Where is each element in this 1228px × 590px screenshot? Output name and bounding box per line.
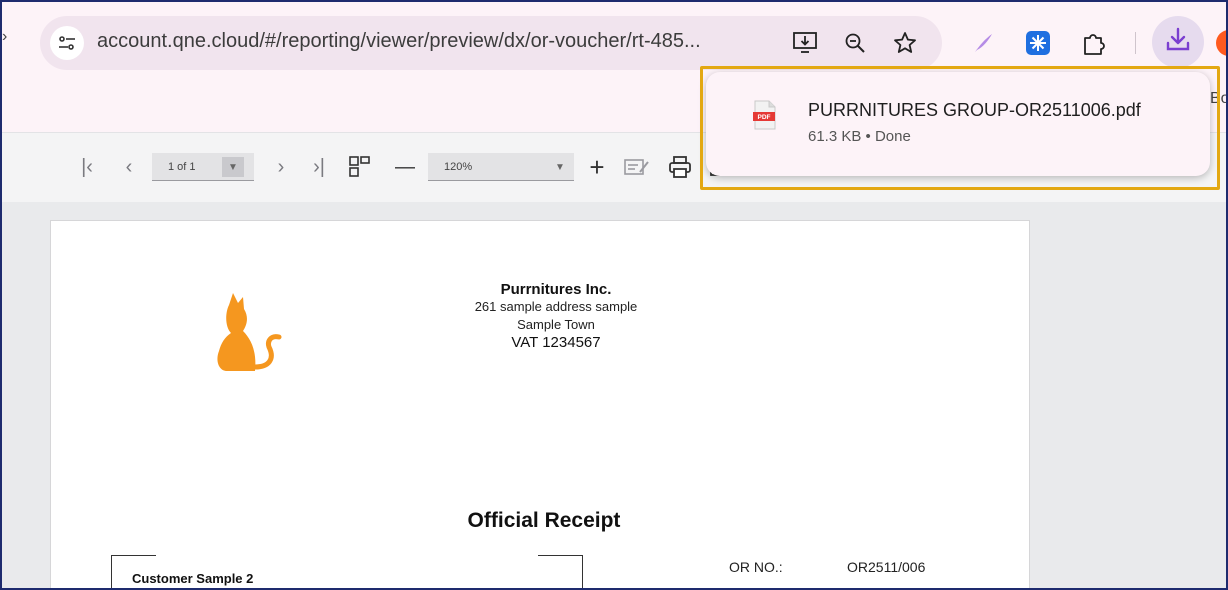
puzzle-icon[interactable] bbox=[1079, 28, 1109, 58]
address-bar[interactable]: account.qne.cloud/#/reporting/viewer/pre… bbox=[40, 16, 942, 70]
star-icon[interactable] bbox=[890, 28, 920, 58]
company-header: Purrnitures Inc. 261 sample address samp… bbox=[51, 281, 1061, 351]
print-icon[interactable] bbox=[668, 153, 692, 181]
chevron-down-icon: ▼ bbox=[555, 161, 565, 173]
tab-edge-glyph: › bbox=[2, 28, 8, 45]
or-number-label: OR NO.: bbox=[729, 559, 783, 575]
address-line-1: 261 sample address sample bbox=[474, 299, 638, 314]
report-page: Purrnitures Inc. 261 sample address samp… bbox=[50, 220, 1030, 588]
zoom-icon[interactable] bbox=[840, 28, 870, 58]
snowflake-extension-icon[interactable] bbox=[1023, 28, 1053, 58]
last-page-icon[interactable]: ›| bbox=[308, 153, 330, 181]
zoom-in-icon[interactable]: + bbox=[586, 152, 608, 182]
vat-number: VAT 1234567 bbox=[511, 334, 601, 351]
install-app-icon[interactable] bbox=[790, 28, 820, 58]
receipt-title: Official Receipt bbox=[467, 509, 621, 532]
screenshot-frame: › account.qne.cloud/#/reporting/viewer/p… bbox=[0, 0, 1228, 590]
profile-avatar[interactable] bbox=[1216, 30, 1226, 56]
site-settings-icon[interactable] bbox=[50, 26, 84, 60]
address-line-2: Sample Town bbox=[517, 317, 595, 332]
multipage-icon[interactable] bbox=[348, 153, 372, 181]
zoom-select-value: 120% bbox=[444, 160, 473, 173]
zoom-select[interactable]: 120% ▼ bbox=[428, 153, 574, 181]
previous-page-icon[interactable]: ‹ bbox=[118, 153, 140, 181]
or-number-value: OR2511/006 bbox=[847, 559, 926, 575]
first-page-icon[interactable]: |‹ bbox=[76, 153, 98, 181]
chevron-down-icon: ▼ bbox=[222, 157, 244, 177]
next-page-icon[interactable]: › bbox=[270, 153, 292, 181]
box-corner bbox=[538, 555, 582, 556]
customer-box: Customer Sample 2 bbox=[111, 555, 583, 588]
feather-extension-icon[interactable] bbox=[968, 28, 998, 58]
url-text[interactable]: account.qne.cloud/#/reporting/viewer/pre… bbox=[97, 30, 701, 53]
customer-name: Customer Sample 2 bbox=[132, 571, 254, 586]
page-select-value: 1 of 1 bbox=[168, 160, 196, 173]
highlight-editing-fields-icon[interactable] bbox=[624, 153, 650, 181]
toolbar-divider bbox=[1135, 32, 1136, 54]
downloads-button[interactable] bbox=[1152, 16, 1204, 68]
annotation-highlight-box bbox=[700, 66, 1220, 190]
company-name: Purrnitures Inc. bbox=[500, 281, 612, 298]
box-corner bbox=[112, 555, 156, 556]
page-select[interactable]: 1 of 1 ▼ bbox=[152, 153, 254, 181]
zoom-out-icon[interactable]: — bbox=[394, 153, 416, 181]
download-icon bbox=[1165, 26, 1191, 59]
